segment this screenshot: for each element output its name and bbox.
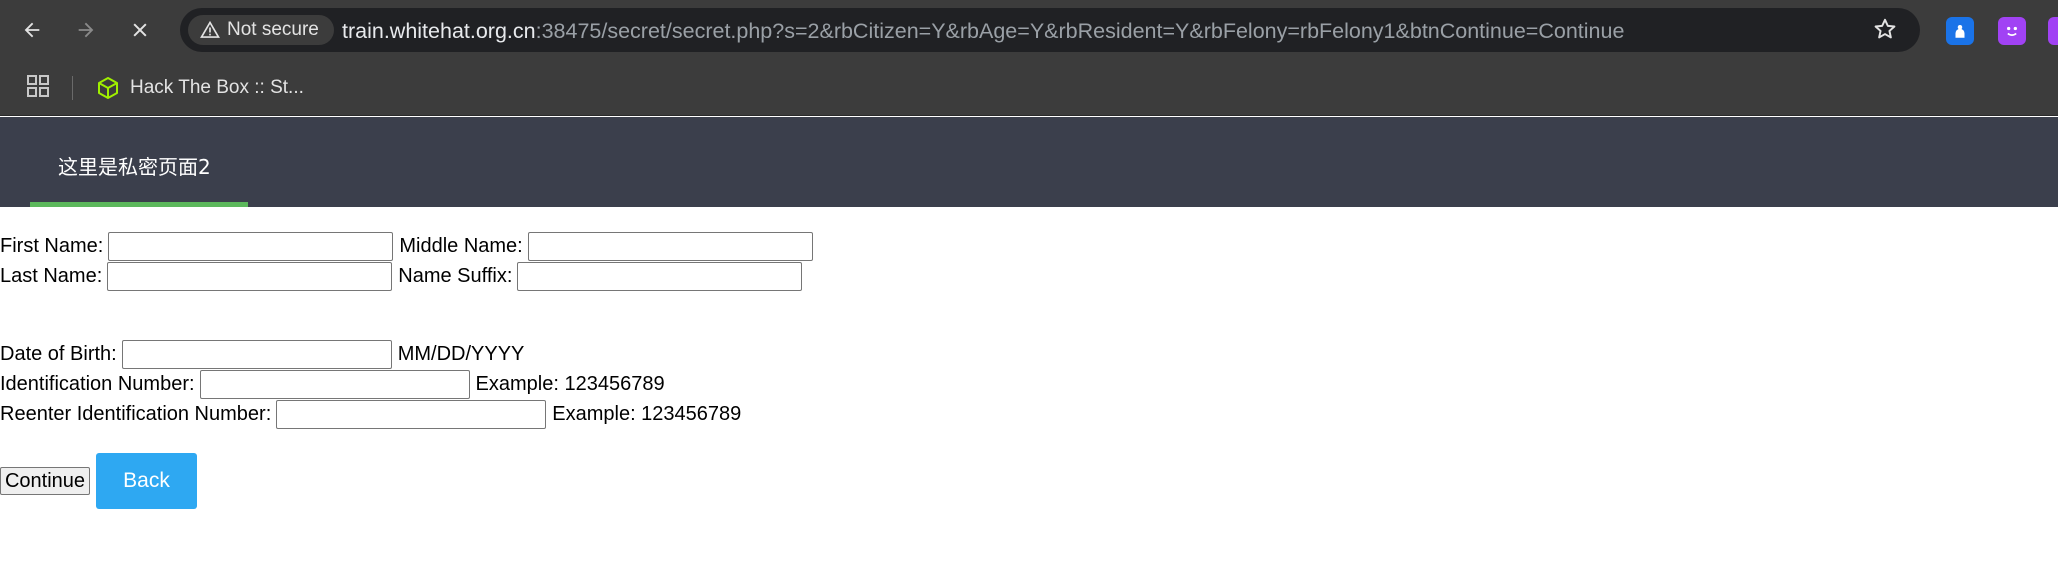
url-path: :38475/secret/secret.php?s=2&rbCitizen=Y… (535, 19, 1625, 43)
reenter-id-hint: Example: 123456789 (552, 403, 742, 425)
name-row-1: First Name: Middle Name: (0, 231, 819, 261)
reenter-id-input[interactable] (276, 399, 547, 429)
bookmark-hack-the-box[interactable]: Hack The Box :: St... (96, 73, 304, 103)
extension-icon[interactable] (1946, 17, 1974, 45)
bookmark-divider (72, 76, 73, 100)
page-title: 这里是私密页面2 (58, 155, 211, 179)
bookmarks-bar: Hack The Box :: St... (0, 60, 2058, 116)
dob-label: Date of Birth: (0, 343, 117, 365)
bookmark-star-icon[interactable] (1872, 16, 1898, 46)
forward-arrow-icon[interactable] (68, 12, 104, 48)
dob-hint: MM/DD/YYYY (397, 343, 525, 365)
first-name-input[interactable] (108, 231, 394, 261)
middle-name-input[interactable] (527, 231, 813, 261)
url-text[interactable]: train.whitehat.org.cn:38475/secret/secre… (342, 19, 1624, 44)
reenter-id-row: Reenter Identification Number: Example: … (0, 399, 741, 429)
first-name-label: First Name: (0, 235, 104, 257)
name-suffix-label: Name Suffix: (398, 265, 513, 287)
name-row-2: Last Name: Name Suffix: (0, 261, 808, 291)
cube-icon (98, 77, 118, 99)
back-button[interactable]: Back (96, 453, 197, 509)
security-chip[interactable]: Not secure (188, 15, 334, 45)
id-row: Identification Number: Example: 12345678… (0, 369, 665, 399)
bookmark-label: Hack The Box :: St... (130, 77, 304, 98)
url-host: train.whitehat.org.cn (342, 19, 536, 43)
name-suffix-input[interactable] (517, 261, 803, 291)
last-name-input[interactable] (107, 261, 393, 291)
last-name-label: Last Name: (0, 265, 103, 287)
dob-row: Date of Birth: MM/DD/YYYY (0, 339, 524, 369)
active-tab-indicator (30, 202, 248, 207)
address-bar[interactable]: Not secure train.whitehat.org.cn:38475/s… (180, 8, 1920, 52)
extension-partial-icon[interactable] (2048, 17, 2058, 45)
dob-input[interactable] (121, 339, 392, 369)
header-tab[interactable]: 这里是私密页面2 (30, 117, 248, 207)
security-label: Not secure (227, 19, 319, 40)
id-hint: Example: 123456789 (475, 373, 665, 395)
apps-grid-icon[interactable] (26, 74, 50, 103)
continue-button[interactable]: Continue (0, 467, 90, 495)
id-input[interactable] (199, 369, 470, 399)
middle-name-label: Middle Name: (399, 235, 523, 257)
id-label: Identification Number: (0, 373, 195, 395)
warning-icon (200, 20, 220, 38)
browser-toolbar: Not secure train.whitehat.org.cn:38475/s… (0, 0, 2058, 60)
stop-loading-icon[interactable] (122, 12, 158, 48)
page-header: 这里是私密页面2 (0, 117, 2058, 207)
extension-face-icon[interactable] (1998, 17, 2026, 45)
reenter-id-label: Reenter Identification Number: (0, 403, 272, 425)
back-arrow-icon[interactable] (14, 12, 50, 48)
